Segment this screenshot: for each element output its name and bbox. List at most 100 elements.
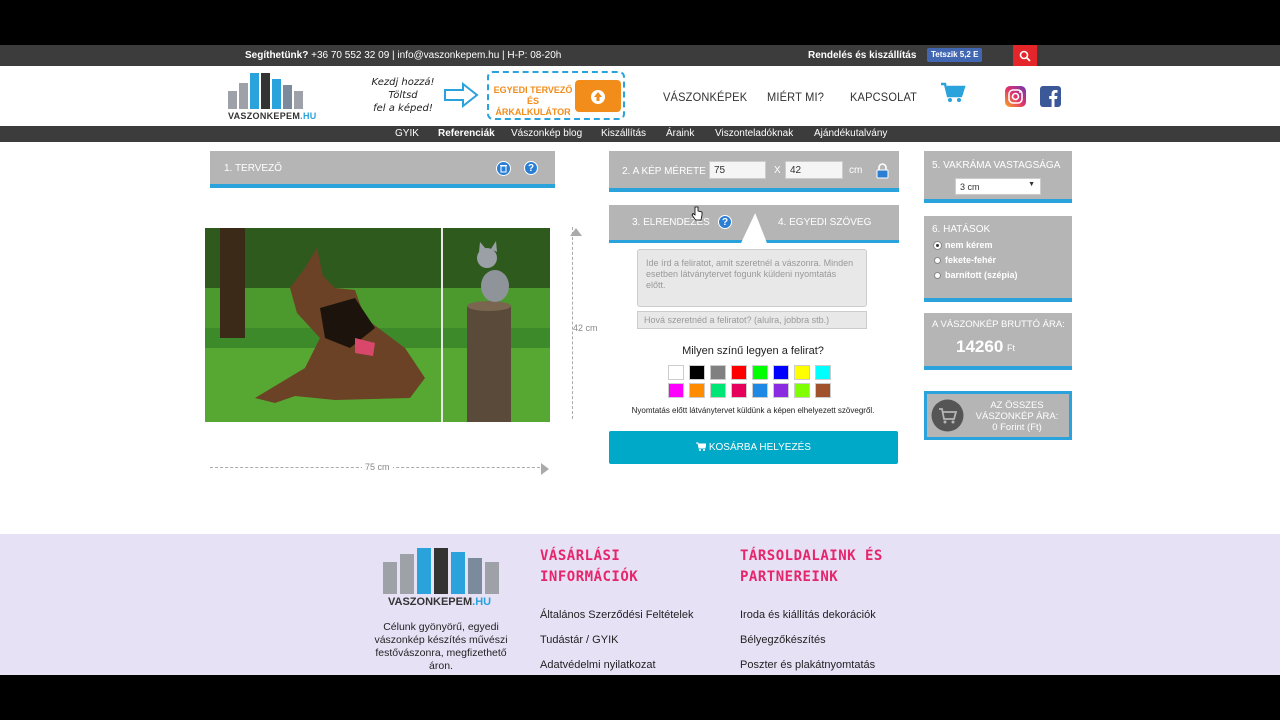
tab-egyedi-szoveg[interactable]: 4. EGYEDI SZÖVEG [752, 205, 899, 243]
subnav-blog[interactable]: Vászonkép blog [511, 128, 582, 139]
footer-link-aszf[interactable]: Általános Szerződési Feltételek [540, 609, 693, 621]
arrow-right-icon [444, 82, 479, 108]
color-swatch[interactable] [710, 365, 726, 380]
logo-wordmark: VASZONKEPEM.HU [228, 111, 317, 121]
price-value: 14260 [956, 337, 1004, 356]
tagline: Kezdj hozzá! Töltsd fel a képed! [371, 77, 435, 114]
color-swatch[interactable] [773, 365, 789, 380]
facebook-like-button[interactable]: Tetszik 5,2 E [927, 48, 983, 62]
help-icon[interactable]: ? [524, 161, 538, 175]
subnav-gyik[interactable]: GYIK [395, 128, 419, 139]
color-swatch[interactable] [773, 383, 789, 398]
price-panel: A VÁSZONKÉP BRUTTÓ ÁRA: 14260 Ft [924, 313, 1072, 370]
color-swatch[interactable] [752, 383, 768, 398]
preview-note: Nyomtatás előtt látványtervet küldünk a … [631, 406, 875, 415]
designer-label: EGYEDI TERVEZŐ ÉS ÁRKALKULÁTOR [493, 85, 573, 117]
facebook-icon[interactable] [1040, 86, 1061, 107]
color-swatch[interactable] [815, 365, 831, 380]
height-dimension-label: 42 cm [573, 323, 598, 333]
color-swatch[interactable] [689, 383, 705, 398]
contact-details: +36 70 552 32 09 | info@vaszonkepem.hu |… [308, 50, 562, 61]
size-unit: cm [849, 165, 863, 176]
nav-vaszonkepek[interactable]: VÁSZONKÉPEK [663, 90, 747, 104]
chevron-down-icon: ▼ [1028, 181, 1035, 188]
browser-viewport: Segíthetünk? +36 70 552 32 09 | info@vas… [0, 45, 1280, 675]
footer-logo[interactable]: VASZONKEPEM.HU [382, 548, 502, 608]
height-input[interactable]: 42 [785, 161, 843, 179]
price-currency: Ft [1007, 343, 1015, 353]
camera-upload-icon [575, 80, 621, 112]
color-swatch[interactable] [689, 365, 705, 380]
caption-placement-input[interactable]: Hová szeretnéd a feliratot? (alulra, job… [637, 311, 867, 329]
arrow-right-small-icon [541, 463, 549, 475]
frame-title: 5. VAKRÁMA VASTAGSÁGA [932, 160, 1061, 171]
effect-option-none[interactable]: nem kérem [934, 240, 1072, 250]
footer-col1-title: VÁSÁRLÁSI INFORMÁCIÓK [540, 548, 639, 585]
site-header: VASZONKEPEM.HU Kezdj hozzá! Töltsd fel a… [0, 66, 1280, 126]
add-to-cart-label: KOSÁRBA HELYEZÉS [708, 442, 811, 453]
color-swatch[interactable] [731, 365, 747, 380]
nav-kapcsolat[interactable]: KAPCSOLAT [850, 90, 917, 104]
color-swatch[interactable] [668, 365, 684, 380]
contact-info: Segíthetünk? +36 70 552 32 09 | info@vas… [245, 50, 561, 61]
footer-link-posters[interactable]: Poszter és plakátnyomtatás [740, 659, 875, 671]
total-cart-box[interactable]: AZ ÖSSZES VÁSZONKÉP ÁRA: 0 Forint (Ft) [924, 391, 1072, 440]
frame-thickness-select[interactable]: 3 cm ▼ [955, 178, 1041, 195]
footer-link-gyik[interactable]: Tudástár / GYIK [540, 634, 618, 646]
color-swatch[interactable] [731, 383, 747, 398]
total-line-3: 0 Forint (Ft) [992, 422, 1042, 433]
color-question: Milyen színű legyen a felirat? [682, 345, 824, 357]
mouse-pointer-icon [691, 206, 703, 221]
sub-navigation: GYIK Referenciák Vászonkép blog Kiszállí… [0, 126, 1280, 142]
tab-elrendezes[interactable]: 3. ELRENDEZÉS [609, 205, 759, 243]
site-footer: VASZONKEPEM.HU Célunk gyönyörű, egyedi v… [0, 534, 1280, 675]
lock-icon[interactable] [876, 163, 889, 182]
order-shipping-link[interactable]: Rendelés és kiszállítás [808, 50, 916, 61]
footer-link-stamps[interactable]: Bélyegzőkészítés [740, 634, 826, 646]
radio-icon [934, 256, 941, 264]
size-panel: 2. A KÉP MÉRETE 75 X 42 cm [609, 151, 899, 192]
color-swatch[interactable] [794, 383, 810, 398]
effect-option-bw[interactable]: fekete-fehér [934, 255, 1072, 265]
price-title: A VÁSZONKÉP BRUTTÓ ÁRA: [932, 319, 1065, 330]
trash-icon[interactable] [496, 161, 511, 179]
color-swatch[interactable] [668, 383, 684, 398]
canvas-preview-image [205, 228, 550, 422]
width-input[interactable]: 75 [709, 161, 766, 179]
size-separator: X [774, 165, 781, 176]
site-logo[interactable]: VASZONKEPEM.HU [228, 73, 320, 123]
total-line-2: VÁSZONKÉP ÁRA: [975, 411, 1059, 422]
caption-textarea[interactable]: Ide írd a feliratot, amit szeretnél a vá… [637, 249, 867, 307]
designer-panel-title: 1. TERVEZŐ [224, 163, 282, 174]
contact-label: Segíthetünk? [245, 50, 309, 61]
nav-miert-mi[interactable]: MIÉRT MI? [767, 90, 824, 104]
subnav-referenciak[interactable]: Referenciák [438, 128, 495, 139]
color-swatch[interactable] [752, 365, 768, 380]
cart-circle-icon [931, 399, 964, 432]
color-swatch[interactable] [710, 383, 726, 398]
add-to-cart-button[interactable]: KOSÁRBA HELYEZÉS [609, 431, 898, 464]
search-button[interactable] [1013, 45, 1037, 66]
color-swatch[interactable] [794, 365, 810, 380]
radio-icon [934, 271, 941, 279]
width-dimension-label: 75 cm [362, 462, 393, 472]
frame-thickness-panel: 5. VAKRÁMA VASTAGSÁGA 3 cm ▼ [924, 151, 1072, 203]
effect-option-sepia[interactable]: barnított (szépia) [934, 270, 1072, 280]
subnav-viszonteladoknak[interactable]: Viszonteladóknak [715, 128, 793, 139]
cart-icon[interactable] [940, 82, 966, 104]
subnav-araink[interactable]: Áraink [666, 128, 694, 139]
arrow-up-icon [570, 228, 582, 236]
size-panel-title: 2. A KÉP MÉRETE [622, 166, 706, 177]
color-swatch[interactable] [815, 383, 831, 398]
footer-link-privacy[interactable]: Adatvédelmi nyilatkozat [540, 659, 656, 671]
logo-bars [228, 73, 320, 109]
instagram-icon[interactable] [1005, 86, 1026, 107]
custom-designer-button[interactable]: EGYEDI TERVEZŐ ÉS ÁRKALKULÁTOR [487, 71, 625, 120]
subnav-kiszallitas[interactable]: Kiszállítás [601, 128, 646, 139]
footer-col2-title: TÁRSOLDALAINK ÉS PARTNEREINK [740, 548, 883, 585]
layout-help-icon[interactable]: ? [718, 215, 732, 229]
subnav-ajandekutalvany[interactable]: Ajándékutalvány [814, 128, 887, 139]
designer-panel-header: 1. TERVEZŐ ? [210, 151, 555, 188]
footer-about: Célunk gyönyörű, egyedi vászonkép készít… [374, 621, 508, 672]
footer-link-office-decor[interactable]: Iroda és kiállítás dekorációk [740, 609, 876, 621]
